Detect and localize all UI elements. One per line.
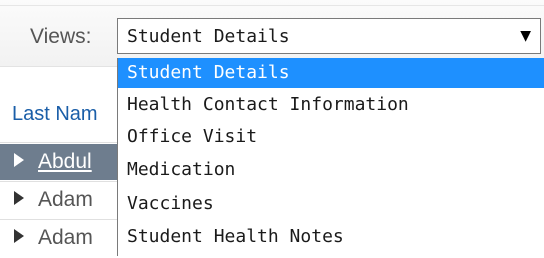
row-name: Adam <box>38 188 93 211</box>
row-name: Adam <box>38 226 93 249</box>
dropdown-option-student-health-notes[interactable]: Student Health Notes <box>118 222 544 252</box>
expand-arrow-icon[interactable] <box>14 229 24 243</box>
triangle-down-icon[interactable]: ▼ <box>520 25 531 47</box>
table-row[interactable]: Abdul <box>0 144 117 180</box>
views-select[interactable]: Student Details ▼ <box>117 18 541 54</box>
row-divider <box>0 142 117 143</box>
table-row[interactable]: Adam <box>0 182 117 218</box>
toolbar-top-divider <box>0 5 544 6</box>
expand-arrow-icon[interactable] <box>14 153 24 167</box>
dropdown-option-student-details[interactable]: Student Details <box>118 58 544 88</box>
expand-arrow-icon[interactable] <box>14 191 24 205</box>
views-label: Views: <box>30 25 92 48</box>
dropdown-option-vaccines[interactable]: Vaccines <box>118 189 544 219</box>
dropdown-option-health-contact-information[interactable]: Health Contact Information <box>118 90 544 120</box>
views-select-value: Student Details <box>127 26 290 47</box>
dropdown-option-office-visit[interactable]: Office Visit <box>118 122 544 152</box>
views-dropdown-list: Student Details Health Contact Informati… <box>117 58 544 256</box>
table-row[interactable]: Adam <box>0 220 117 256</box>
page: Views: Student Details ▼ Last Nam Abdul … <box>0 0 544 258</box>
row-name-link[interactable]: Abdul <box>38 149 92 175</box>
column-header-last-name[interactable]: Last Nam <box>12 102 117 126</box>
dropdown-option-medication[interactable]: Medication <box>118 155 544 185</box>
views-toolbar: Views: Student Details ▼ <box>0 0 544 66</box>
